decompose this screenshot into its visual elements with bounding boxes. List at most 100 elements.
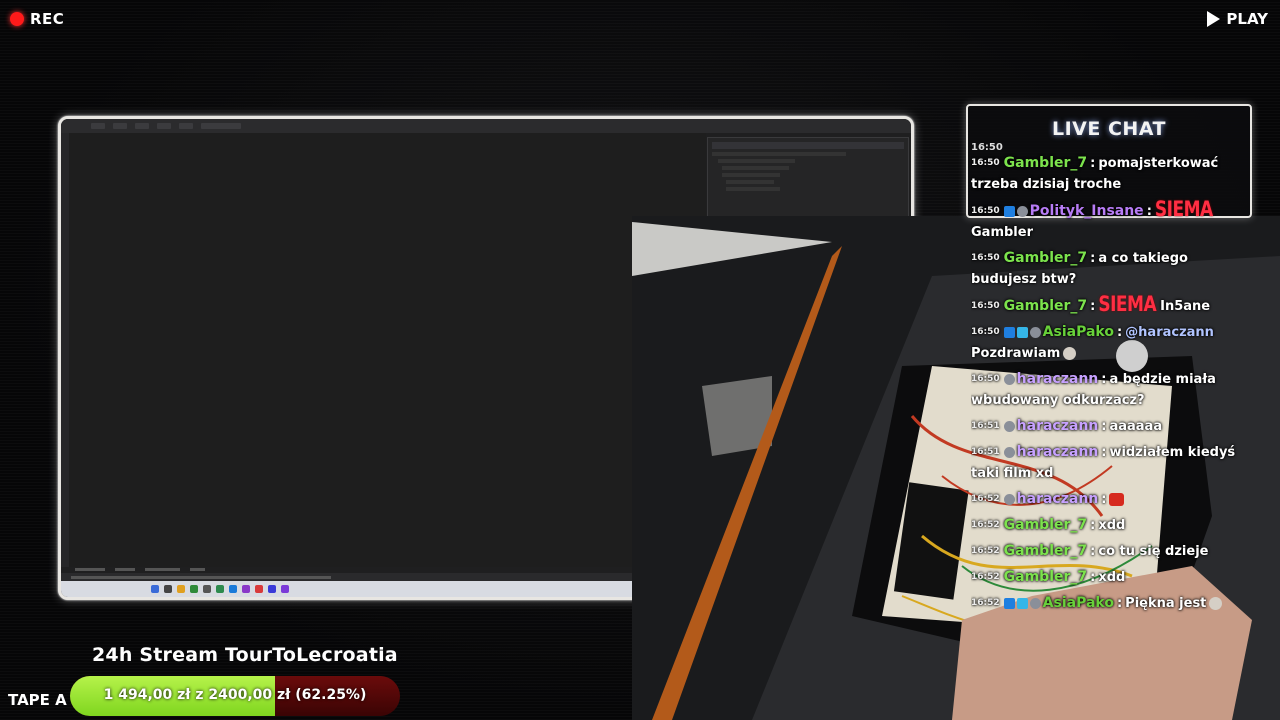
solution-tree-row[interactable]: [712, 152, 847, 156]
subscriber-badge-icon: [1016, 206, 1028, 217]
message-username[interactable]: haraczann: [1017, 444, 1099, 460]
subscriber-badge-icon: [1003, 447, 1015, 458]
ide-bottom-tab[interactable]: [145, 567, 180, 571]
prime-badge-icon: [1003, 206, 1015, 217]
emoji-icon: [1209, 597, 1223, 610]
message-timestamp: 16:51: [971, 421, 1000, 431]
stream-title: 24h Stream TourToLecroatia: [92, 644, 398, 666]
message-timestamp: 16:52: [971, 572, 1000, 582]
message-username[interactable]: Gambler_7: [1004, 543, 1088, 559]
ide-toolbar-button[interactable]: [135, 123, 149, 129]
cube-badge-icon: [1016, 598, 1028, 609]
message-text: co tu się dzieje: [1098, 544, 1209, 559]
taskbar-app-icon[interactable]: [281, 585, 289, 593]
message-username[interactable]: haraczann: [1017, 491, 1099, 507]
solution-tree-row[interactable]: [726, 187, 780, 191]
message-username[interactable]: Gambler_7: [1004, 155, 1088, 171]
subscriber-badge-icon: [1003, 494, 1015, 505]
message-timestamp: 16:52: [971, 494, 1000, 504]
message-username[interactable]: Gambler_7: [1004, 298, 1088, 314]
play-label: PLAY: [1226, 10, 1268, 28]
message-timestamp: 16:50: [971, 374, 1000, 384]
chat-message: 16:52 Gambler_7: xdd: [971, 569, 1126, 585]
play-indicator: PLAY: [1207, 10, 1268, 28]
taskbar-app-icon[interactable]: [268, 585, 276, 593]
message-username[interactable]: AsiaPako: [1043, 324, 1114, 340]
message-timestamp: 16:52: [971, 546, 1000, 556]
taskbar-app-icon[interactable]: [190, 585, 198, 593]
subscriber-badge-icon: [1029, 598, 1041, 609]
message-username[interactable]: Gambler_7: [1004, 569, 1088, 585]
chat-message: 16:51 haraczann: widziałem kiedyś taki fil…: [971, 444, 1236, 481]
prime-badge-icon: [1003, 327, 1015, 338]
message-timestamp: 16:51: [971, 447, 1000, 457]
solution-tree-row[interactable]: [718, 159, 795, 163]
siema-emote: SIEMA: [1098, 292, 1157, 318]
chat-message: 16:52 Gambler_7: co tu się dzieje: [971, 543, 1209, 559]
subscriber-badge-icon: [1003, 374, 1015, 385]
subscriber-badge-icon: [1003, 421, 1015, 432]
red-emote-icon: [1109, 493, 1125, 506]
live-chat-messages: 16:50 16:50 Gambler_7: pomajsterkować trze…: [971, 143, 1256, 613]
ide-toolbar-button[interactable]: [113, 123, 127, 129]
chat-message: 16:50 haraczann: a będzie miała wbudowany …: [971, 371, 1216, 408]
ide-run-button[interactable]: [201, 123, 241, 129]
ide-toolbar-button[interactable]: [91, 123, 105, 129]
taskbar-app-icon[interactable]: [177, 585, 185, 593]
solution-search-input[interactable]: [712, 142, 904, 149]
taskbar-app-icon[interactable]: [164, 585, 172, 593]
chat-message: 16:50 AsiaPako: @haraczann Pozdrawiam: [971, 324, 1214, 361]
message-username[interactable]: AsiaPako: [1043, 595, 1114, 611]
chat-message: 16:52 haraczann:: [971, 489, 1256, 510]
rec-label: REC: [30, 10, 65, 28]
message-timestamp: 16:52: [971, 520, 1000, 530]
rec-dot-icon: [10, 12, 24, 26]
rec-indicator: REC: [10, 10, 64, 28]
emoji-icon: [1063, 347, 1077, 360]
message-timestamp: 16:50: [971, 327, 1000, 337]
ide-bottom-tab[interactable]: [75, 567, 105, 571]
ide-toolbar-button[interactable]: [179, 123, 193, 129]
play-icon: [1207, 11, 1221, 27]
chat-message: 16:52 Gambler_7: xdd: [971, 517, 1126, 533]
solution-tree-row[interactable]: [726, 180, 774, 184]
ide-editor-area[interactable]: [69, 133, 706, 567]
taskbar-app-icon[interactable]: [203, 585, 211, 593]
chat-message: 16:50 Gambler_7: SIEMA In5ane: [971, 292, 1211, 318]
taskbar-app-icon[interactable]: [255, 585, 263, 593]
taskbar-app-icon[interactable]: [151, 585, 159, 593]
message-username[interactable]: haraczann: [1017, 371, 1099, 387]
solution-tree-row[interactable]: [722, 173, 780, 177]
message-username[interactable]: Polityk_Insane: [1030, 203, 1144, 219]
chat-message: 16:51 haraczann: aaaaaa: [971, 418, 1163, 434]
chat-message: 16:50 Polityk_Insane: SIEMA Gambler: [971, 197, 1213, 240]
cube-badge-icon: [1016, 327, 1028, 338]
taskbar-app-icon[interactable]: [229, 585, 237, 593]
solution-tree-row[interactable]: [722, 166, 790, 170]
message-timestamp: 16:50: [971, 301, 1000, 311]
chat-message: 16:50 Gambler_7: pomajsterkować trzeba dzi…: [971, 155, 1219, 192]
message-username[interactable]: Gambler_7: [1004, 517, 1088, 533]
message-username[interactable]: Gambler_7: [1004, 250, 1088, 266]
message-text: In5ane: [1160, 299, 1211, 314]
donation-progress-text: 1 494,00 zł z 2400,00 zł (62.25%): [103, 687, 367, 703]
message-timestamp: 16:52: [971, 598, 1000, 608]
ide-bottom-tab[interactable]: [115, 567, 135, 571]
donation-goal-bar: 1 494,00 zł z 2400,00 zł (62.25%): [70, 676, 400, 716]
message-text: Piękna jest: [1125, 596, 1207, 611]
message-text: Pozdrawiam: [971, 346, 1061, 361]
message-timestamp: 16:50: [971, 253, 1000, 263]
taskbar-app-icon[interactable]: [242, 585, 250, 593]
ide-side-strip: [61, 133, 69, 567]
siema-emote: SIEMA: [1154, 197, 1213, 223]
message-username[interactable]: haraczann: [1017, 418, 1099, 434]
tape-label: TAPE A: [8, 691, 67, 709]
message-mention[interactable]: @haraczann: [1125, 325, 1214, 340]
message-text: xdd: [1098, 518, 1126, 533]
ide-toolbar-button[interactable]: [157, 123, 171, 129]
ide-bottom-tab[interactable]: [190, 567, 205, 571]
taskbar-app-icon[interactable]: [216, 585, 224, 593]
message-text: xdd: [1098, 570, 1126, 585]
solution-explorer: [707, 137, 909, 219]
ide-toolbar: [61, 119, 911, 133]
